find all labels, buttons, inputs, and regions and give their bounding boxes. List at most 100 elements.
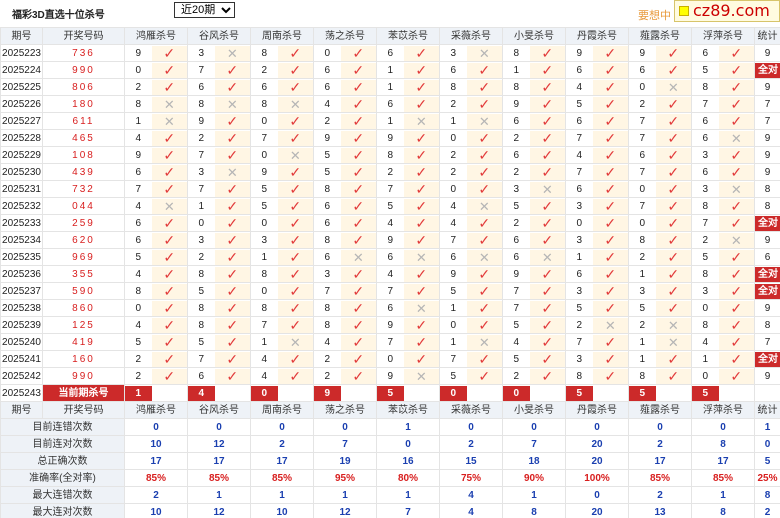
col-header-expert[interactable]: 采薇杀号 (439, 401, 503, 419)
pick-cell: 9 ✓ (376, 129, 440, 147)
stat-count: 8 (764, 319, 771, 331)
col-header-expert[interactable]: 鸿雁杀号 (124, 27, 188, 45)
col-header-expert[interactable]: 浮萍杀号 (691, 401, 755, 419)
site-badge[interactable]: cz89.com (674, 0, 780, 22)
pick-box: 6 ✓ (315, 198, 376, 214)
col-header-expert[interactable]: 薤露杀号 (628, 401, 692, 419)
pick-box: 7 ✓ (378, 334, 439, 350)
pick-cell: 8 ✓ (187, 299, 251, 317)
col-header-expert[interactable]: 谷风杀号 (187, 27, 251, 45)
pick-cell: 7 ✓ (376, 282, 440, 300)
pick-box: 9 ✓ (378, 232, 439, 248)
current-pick-number: 5 (377, 385, 404, 401)
summary-row: 总正确次数 17 17 17 19 16 15 18 20 17 17 5 (0, 452, 780, 470)
pick-cell: 6 ✓ (313, 61, 377, 79)
pick-number: 6 (639, 64, 646, 76)
pick-cell: 9 ✓ (439, 265, 503, 283)
summary-value: 75% (439, 469, 503, 487)
check-icon: ✓ (151, 130, 187, 146)
pick-box: 8 ✓ (189, 266, 250, 282)
pick-number: 8 (513, 81, 520, 93)
pick-box: 9 ✓ (630, 45, 691, 61)
pick-box: 6 ✓ (378, 96, 439, 112)
col-header-expert[interactable]: 采薇杀号 (439, 27, 503, 45)
stat-count: 9 (764, 149, 771, 161)
pick-spacer (529, 385, 565, 401)
pick-cell: 0 ✓ (187, 214, 251, 232)
summary-value: 95% (313, 469, 377, 487)
period-cell: 2025223 (0, 44, 43, 62)
stat-count: 7 (764, 98, 771, 110)
col-header-expert[interactable]: 周南杀号 (250, 27, 314, 45)
pick-cell: 6 ✓ (187, 367, 251, 385)
check-icon: ✓ (655, 351, 691, 367)
check-icon: ✓ (277, 181, 313, 197)
pick-number: 0 (387, 353, 394, 365)
check-icon: ✓ (277, 351, 313, 367)
check-icon: ✓ (592, 249, 628, 265)
col-header-expert[interactable]: 荡之杀号 (313, 27, 377, 45)
pick-cell: 4 ✓ (439, 214, 503, 232)
pick-box: 3 ✓ (693, 283, 754, 299)
check-icon: ✓ (340, 45, 376, 61)
promo-text[interactable]: 要想中 (638, 7, 671, 23)
pick-box: 6 ✕ (315, 249, 376, 265)
draw-number-cell: 806 (42, 78, 125, 96)
check-icon: ✓ (214, 147, 250, 163)
pick-box: 6 ✓ (252, 79, 313, 95)
col-header-expert[interactable]: 小旻杀号 (502, 401, 566, 419)
pick-cell: 5 ✓ (439, 367, 503, 385)
pick-cell: 6 ✕ (376, 248, 440, 266)
table-row: 2025236 355 4 ✓ 8 ✓ 8 ✓ 3 ✓ 4 ✓ 9 ✓ 9 ✓ 6 ✓ 1 ✓ 8 ✓ 全对 (0, 265, 780, 283)
col-header-expert[interactable]: 浮萍杀号 (691, 27, 755, 45)
pick-cell: 4 ✓ (691, 333, 755, 351)
check-icon: ✓ (277, 62, 313, 78)
pick-box: 4 ✓ (378, 266, 439, 282)
pick-box: 8 ✕ (252, 96, 313, 112)
pick-cell: 2 ✕ (565, 316, 629, 334)
pick-number: 8 (198, 268, 205, 280)
cross-icon: ✕ (718, 232, 754, 248)
col-header-expert[interactable]: 小旻杀号 (502, 27, 566, 45)
summary-value: 1 (376, 418, 440, 436)
pick-box: 1 ✕ (378, 113, 439, 129)
pick-box: 8 ✕ (189, 96, 250, 112)
col-header-expert[interactable]: 苯苡杀号 (376, 401, 440, 419)
pick-cell: 2 ✓ (502, 163, 566, 181)
draw-number-cell: 990 (42, 61, 125, 79)
pick-number: 6 (387, 98, 394, 110)
col-header-expert[interactable]: 丹霞杀号 (565, 27, 629, 45)
col-header-expert[interactable]: 荡之杀号 (313, 401, 377, 419)
pick-number: 8 (450, 81, 457, 93)
col-header-expert[interactable]: 苯苡杀号 (376, 27, 440, 45)
draw-number-cell: 108 (42, 146, 125, 164)
table-row: 2025226 180 8 ✕ 8 ✕ 8 ✕ 4 ✓ 6 ✓ 2 ✓ 9 ✓ 5 ✓ 2 ✓ 7 ✓ 7 (0, 95, 780, 113)
check-icon: ✓ (655, 164, 691, 180)
col-header-expert[interactable]: 丹霞杀号 (565, 401, 629, 419)
col-header-expert[interactable]: 周南杀号 (250, 401, 314, 419)
pick-box: 4 ✓ (378, 215, 439, 231)
col-header-expert[interactable]: 鸿雁杀号 (124, 401, 188, 419)
period-range-select[interactable]: 近20期 (174, 2, 235, 18)
col-header-expert[interactable]: 谷风杀号 (187, 401, 251, 419)
pick-cell: 1 ✓ (628, 350, 692, 368)
pick-number: 1 (198, 200, 205, 212)
col-header-expert[interactable]: 薤露杀号 (628, 27, 692, 45)
pick-box: 2 ✓ (189, 249, 250, 265)
pick-cell: 1 ✓ (628, 265, 692, 283)
all-correct-badge: 全对 (755, 215, 780, 231)
check-icon: ✓ (466, 79, 502, 95)
check-icon: ✓ (214, 300, 250, 316)
pick-box: 9 ✓ (504, 96, 565, 112)
pick-cell: 0 ✓ (124, 61, 188, 79)
pick-number: 9 (387, 132, 394, 144)
pick-box: 6 ✓ (504, 113, 565, 129)
pick-box: 6 ✓ (504, 232, 565, 248)
pick-box: 6 ✕ (504, 249, 565, 265)
pick-box: 1 ✓ (378, 62, 439, 78)
pick-number: 2 (513, 132, 520, 144)
pick-cell: 4 ✓ (565, 146, 629, 164)
pick-number: 6 (324, 217, 331, 229)
check-icon: ✓ (340, 147, 376, 163)
pick-cell: 0 ✕ (250, 146, 314, 164)
